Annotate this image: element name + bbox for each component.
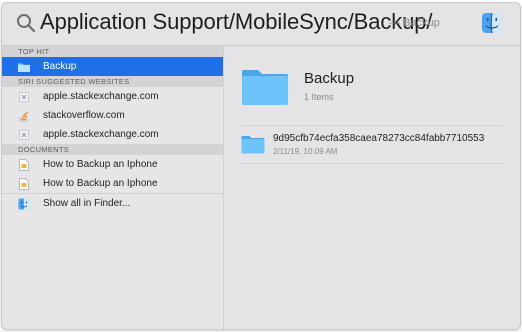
result-item-website[interactable]: apple.stackexchange.com — [2, 87, 223, 106]
stackexchange-icon — [18, 91, 30, 103]
preview-pane: Backup 1 Items 9d95cfb74ecfa358caea78273… — [224, 46, 520, 329]
preview-subtitle: 1 Items — [304, 92, 334, 102]
result-item-label: How to Backup an Iphone — [43, 159, 158, 170]
result-item-website[interactable]: stackoverflow.com — [2, 106, 223, 125]
spotlight-window: Application Support/MobileSync/Backup/ —… — [1, 2, 521, 330]
stackoverflow-icon — [18, 110, 30, 122]
result-item-top-hit[interactable]: Backup — [2, 57, 223, 76]
finder-icon[interactable] — [481, 12, 503, 34]
result-item-website[interactable]: apple.stackexchange.com — [2, 125, 223, 144]
search-bar[interactable]: Application Support/MobileSync/Backup/ —… — [2, 3, 520, 46]
result-item-label: apple.stackexchange.com — [43, 129, 159, 140]
result-item-document[interactable]: How to Backup an Iphone — [2, 174, 223, 193]
result-item-label: apple.stackexchange.com — [43, 91, 159, 102]
show-all-in-finder[interactable]: Show all in Finder... — [2, 194, 223, 213]
search-completion-hint: — Backup — [389, 17, 440, 29]
folder-small-icon — [241, 136, 265, 154]
finder-small-icon — [18, 198, 30, 210]
result-item-label: How to Backup an Iphone — [43, 178, 158, 189]
results-list: TOP HIT Backup SIRI SUGGESTED WEBSITES a… — [2, 46, 224, 329]
preview-item-date: 2/11/19, 10:09 AM — [273, 147, 338, 156]
preview-divider — [241, 125, 503, 126]
result-item-document[interactable]: How to Backup an Iphone — [2, 155, 223, 174]
folder-large-icon — [242, 70, 288, 105]
section-header-top-hit: TOP HIT — [2, 46, 223, 57]
section-header-documents: DOCUMENTS — [2, 144, 223, 155]
preview-divider — [241, 163, 503, 164]
folder-icon — [18, 61, 30, 73]
preview-item-name[interactable]: 9d95cfb74ecfa358caea78273cc84fabb7710553 — [273, 133, 484, 144]
preview-title: Backup — [304, 70, 355, 87]
document-icon — [18, 158, 30, 171]
document-icon — [18, 177, 30, 190]
search-input[interactable]: Application Support/MobileSync/Backup/ — [40, 9, 433, 35]
result-item-label: Backup — [43, 61, 77, 72]
show-all-label: Show all in Finder... — [43, 198, 131, 209]
search-icon — [17, 14, 36, 33]
result-item-label: stackoverflow.com — [43, 110, 125, 121]
section-header-siri: SIRI SUGGESTED WEBSITES — [2, 76, 223, 87]
stackexchange-icon — [18, 129, 30, 141]
